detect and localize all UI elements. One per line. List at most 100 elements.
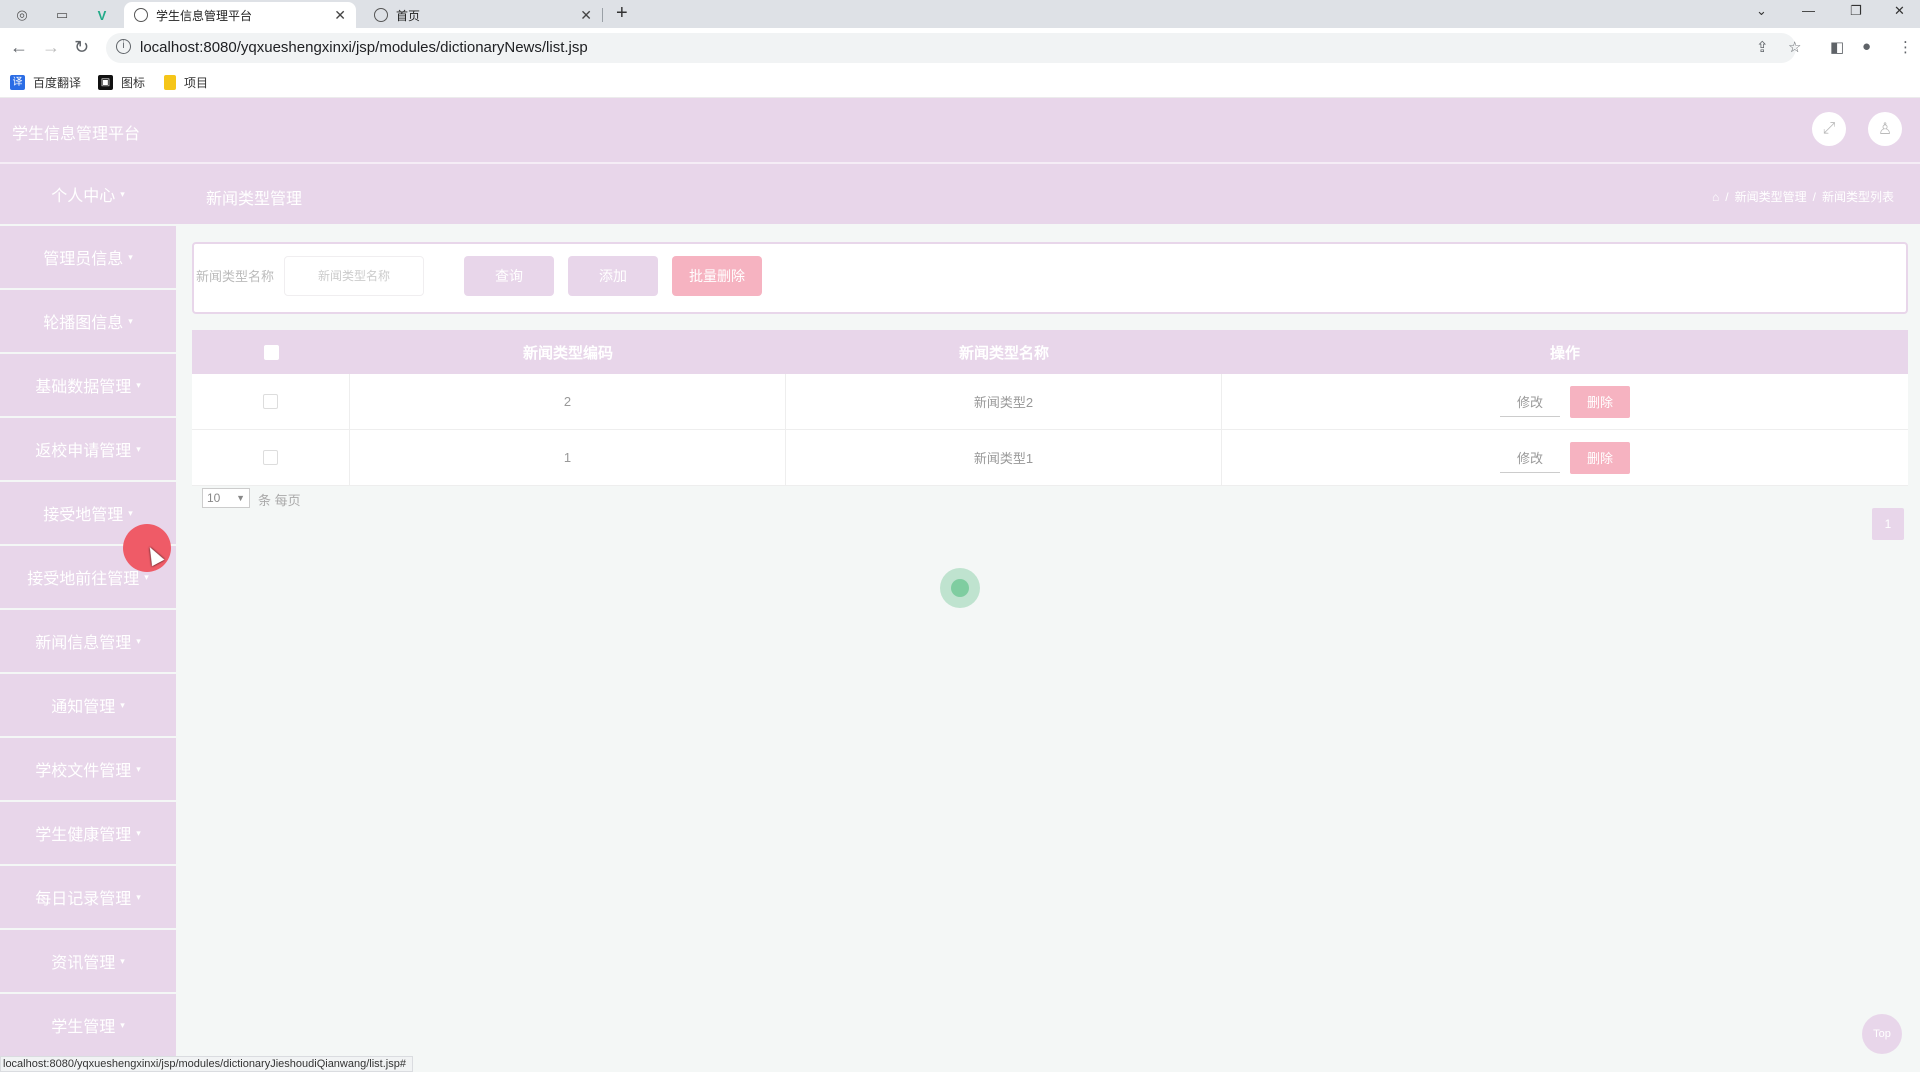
breadcrumb-item[interactable]: 新闻类型管理 bbox=[1735, 188, 1807, 205]
tab-home[interactable]: 首页 ✕ bbox=[364, 2, 602, 28]
bookmark-star-icon[interactable]: ☆ bbox=[1788, 38, 1801, 56]
name-cell: 新闻类型2 bbox=[786, 374, 1222, 429]
search-form: 新闻类型名称 新闻类型名称 查询 添加 批量删除 bbox=[192, 242, 1908, 314]
sidebar-item-label: 学生健康管理 bbox=[35, 827, 132, 844]
search-button[interactable]: 查询 bbox=[464, 256, 554, 296]
minimize-icon[interactable]: — bbox=[1802, 3, 1815, 18]
tab-list-chevron-icon[interactable]: ⌄ bbox=[1756, 3, 1767, 19]
row-select-cell bbox=[192, 430, 350, 485]
bookmark-label: 图标 bbox=[121, 76, 146, 90]
caret-down-icon: ▾ bbox=[136, 763, 141, 774]
select-all-checkbox[interactable] bbox=[263, 344, 279, 360]
sidebar-item-label: 通知管理 bbox=[51, 699, 116, 716]
row-checkbox[interactable] bbox=[263, 394, 278, 409]
sidebar-item-personal-center[interactable]: 个人中心 ▾ bbox=[0, 164, 176, 224]
reload-icon[interactable]: ↻ bbox=[74, 37, 89, 58]
edit-button[interactable]: 修改 bbox=[1500, 387, 1560, 417]
page-size-value: 10 bbox=[207, 491, 221, 505]
loading-spinner-icon bbox=[940, 568, 980, 608]
caret-down-icon: ▾ bbox=[120, 699, 125, 710]
bookmark-folder-project[interactable]: 项目 bbox=[164, 74, 208, 91]
sidebar: 管理员信息 ▾ 轮播图信息 ▾ 基础数据管理 ▾ 返校申请管理 ▾ 接受地管理 ▾ 接受地… bbox=[0, 226, 176, 1058]
breadcrumb-item: 新闻类型列表 bbox=[1821, 190, 1894, 204]
sidebar-item-news-management[interactable]: 资讯管理 ▾ bbox=[0, 930, 176, 992]
site-info-icon[interactable]: i bbox=[116, 39, 131, 54]
sidebar-item-school-files[interactable]: 学校文件管理 ▾ bbox=[0, 738, 176, 800]
table-row: 2 新闻类型2 修改 删除 bbox=[192, 374, 1908, 430]
page-number-button[interactable]: 1 bbox=[1872, 508, 1904, 540]
close-tab-icon[interactable]: ✕ bbox=[334, 7, 346, 24]
sidebar-item-label: 每日记录管理 bbox=[35, 891, 132, 908]
bookmark-label: 项目 bbox=[184, 76, 209, 90]
sidebar-item-news-info[interactable]: 新闻信息管理 ▾ bbox=[0, 610, 176, 672]
vue-tab-icon[interactable]: V bbox=[88, 4, 116, 26]
home-icon[interactable]: ⌂ bbox=[1712, 190, 1719, 204]
back-arrow-icon[interactable]: ← bbox=[10, 37, 28, 58]
menu-dots-icon[interactable]: ⋮ bbox=[1898, 38, 1913, 56]
caret-down-icon: ▾ bbox=[128, 251, 133, 262]
sidebar-item-label: 接受地前往管理 bbox=[27, 571, 140, 588]
header-select-cell bbox=[192, 330, 350, 374]
sidebar-item-label: 接受地管理 bbox=[43, 507, 124, 524]
status-bar-url: localhost:8080/yqxueshengxinxi/jsp/modul… bbox=[0, 1056, 413, 1072]
new-tab-icon[interactable]: + bbox=[616, 2, 628, 25]
profile-icon[interactable]: ● bbox=[1862, 38, 1871, 55]
code-cell: 1 bbox=[350, 430, 786, 485]
close-tab-icon[interactable]: ✕ bbox=[580, 7, 592, 24]
sidebar-item-label: 个人中心 bbox=[51, 188, 116, 205]
name-cell: 新闻类型1 bbox=[786, 430, 1222, 485]
spinner-dot bbox=[951, 579, 969, 597]
share-icon[interactable]: ⇪ bbox=[1756, 38, 1769, 56]
image-icon: ▣ bbox=[98, 75, 113, 90]
folder-icon bbox=[164, 75, 176, 90]
tab-title: 学生信息管理平台 bbox=[156, 8, 253, 23]
bookmark-baidu-translate[interactable]: 译 百度翻译 bbox=[10, 74, 81, 91]
sidebar-item-base-data[interactable]: 基础数据管理 ▾ bbox=[0, 354, 176, 416]
caret-down-icon: ▾ bbox=[128, 315, 133, 326]
breadcrumb: ⌂ / 新闻类型管理 / 新闻类型列表 bbox=[1712, 188, 1894, 205]
sidebar-item-admin-info[interactable]: 管理员信息 ▾ bbox=[0, 226, 176, 288]
row-checkbox[interactable] bbox=[263, 450, 278, 465]
news-type-name-input[interactable]: 新闻类型名称 bbox=[284, 256, 424, 296]
caret-down-icon: ▾ bbox=[136, 379, 141, 390]
browser-tab-bar: ◎ ▭ V 学生信息管理平台 ✕ 首页 ✕ + ⌄ — ❐ ✕ bbox=[0, 0, 1920, 28]
back-to-top-button[interactable]: Top bbox=[1862, 1014, 1902, 1054]
blank-tab-icon[interactable]: ▭ bbox=[48, 4, 76, 26]
edit-button[interactable]: 修改 bbox=[1500, 443, 1560, 473]
side-panel-icon[interactable]: ◧ bbox=[1830, 38, 1844, 56]
page-title: 新闻类型管理 bbox=[206, 191, 303, 208]
bookmark-icons[interactable]: ▣ 图标 bbox=[98, 74, 145, 91]
sidebar-item-return-application[interactable]: 返校申请管理 ▾ bbox=[0, 418, 176, 480]
row-select-cell bbox=[192, 374, 350, 429]
tab-title: 首页 bbox=[396, 8, 421, 23]
bookmarks-bar: 译 百度翻译 ▣ 图标 项目 bbox=[0, 68, 1920, 98]
breadcrumb-separator: / bbox=[1812, 189, 1816, 204]
sidebar-item-notice[interactable]: 通知管理 ▾ bbox=[0, 674, 176, 736]
news-type-table: 新闻类型编码 新闻类型名称 操作 2 新闻类型2 修改 删除 1 新闻类型1 修… bbox=[192, 330, 1908, 486]
app-title: 学生信息管理平台 bbox=[12, 126, 141, 143]
filter-label: 新闻类型名称 bbox=[196, 269, 275, 284]
batch-delete-button[interactable]: 批量删除 bbox=[672, 256, 762, 296]
tab-student-platform[interactable]: 学生信息管理平台 ✕ bbox=[124, 2, 356, 28]
page-size-select[interactable]: 10 ▼ bbox=[202, 488, 250, 508]
fullscreen-icon[interactable]: ⤢ bbox=[1812, 112, 1846, 146]
restore-icon[interactable]: ❐ bbox=[1850, 3, 1862, 19]
table-header: 新闻类型编码 新闻类型名称 操作 bbox=[192, 330, 1908, 374]
sidebar-item-label: 新闻信息管理 bbox=[35, 635, 132, 652]
url-field[interactable]: i localhost:8080/yqxueshengxinxi/jsp/mod… bbox=[106, 33, 1796, 63]
delete-button[interactable]: 删除 bbox=[1570, 441, 1630, 474]
close-window-icon[interactable]: ✕ bbox=[1894, 3, 1905, 19]
globe-icon[interactable]: ◎ bbox=[8, 4, 36, 26]
sidebar-item-carousel-info[interactable]: 轮播图信息 ▾ bbox=[0, 290, 176, 352]
sidebar-item-student-health[interactable]: 学生健康管理 ▾ bbox=[0, 802, 176, 864]
url-text: localhost:8080/yqxueshengxinxi/jsp/modul… bbox=[140, 39, 588, 56]
chevron-down-icon: ▼ bbox=[236, 493, 245, 503]
add-button[interactable]: 添加 bbox=[568, 256, 658, 296]
forward-arrow-icon[interactable]: → bbox=[42, 37, 60, 58]
caret-down-icon: ▾ bbox=[120, 188, 125, 199]
app-header: 学生信息管理平台 ⤢ ♙ bbox=[0, 98, 1920, 162]
sidebar-item-student[interactable]: 学生管理 ▾ bbox=[0, 994, 176, 1056]
sidebar-item-daily-record[interactable]: 每日记录管理 ▾ bbox=[0, 866, 176, 928]
user-avatar-icon[interactable]: ♙ bbox=[1868, 112, 1902, 146]
delete-button[interactable]: 删除 bbox=[1570, 385, 1630, 418]
